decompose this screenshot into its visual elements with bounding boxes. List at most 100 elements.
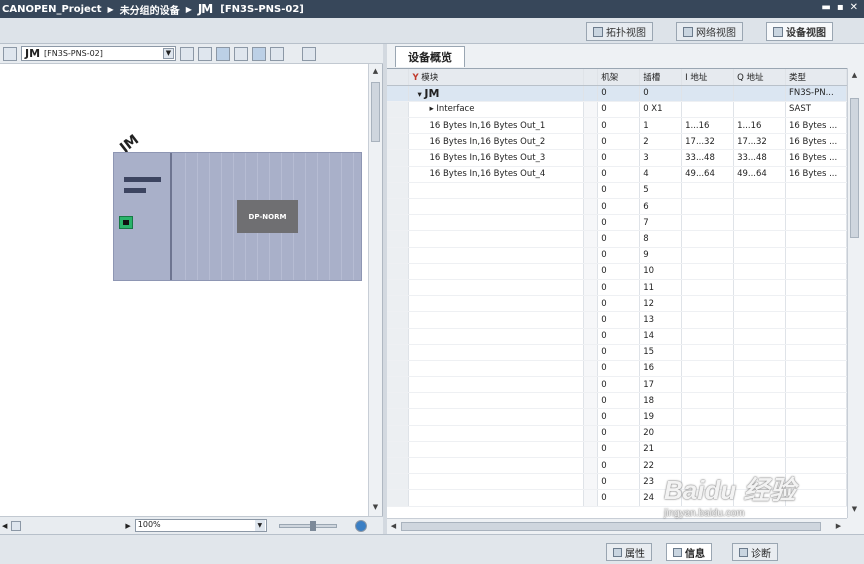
- cell-spacer[interactable]: [583, 489, 599, 507]
- save-view-icon[interactable]: [180, 46, 194, 61]
- cell-module[interactable]: 16 Bytes In,16 Bytes Out_3: [408, 149, 585, 167]
- cell-rack[interactable]: 0: [597, 376, 641, 394]
- table-row[interactable]: 0 10: [387, 263, 847, 280]
- cell-spacer[interactable]: [583, 295, 599, 313]
- cell-slot[interactable]: 0: [639, 85, 683, 102]
- cell-q-address[interactable]: [733, 376, 786, 394]
- cell-module[interactable]: [408, 376, 585, 394]
- cell-rack[interactable]: 0: [597, 182, 641, 200]
- cell-type[interactable]: [785, 344, 847, 361]
- cell-module[interactable]: [408, 457, 585, 475]
- row-gutter[interactable]: [387, 344, 410, 361]
- cell-spacer[interactable]: [583, 133, 599, 151]
- cell-module[interactable]: [408, 328, 585, 345]
- cell-rack[interactable]: 0: [597, 85, 641, 102]
- row-gutter[interactable]: [387, 247, 410, 264]
- slider-knob[interactable]: [309, 520, 316, 531]
- cell-type[interactable]: [785, 360, 847, 378]
- cell-spacer[interactable]: [583, 85, 599, 102]
- zoom-select[interactable]: 100% ▼: [134, 519, 267, 532]
- cell-rack[interactable]: 0: [597, 133, 641, 151]
- scroll-left-icon[interactable]: ◀: [388, 521, 399, 532]
- cell-rack[interactable]: 0: [597, 295, 641, 313]
- cell-type[interactable]: [785, 182, 847, 200]
- cell-i-address[interactable]: 33...48: [681, 149, 735, 167]
- cell-type[interactable]: [785, 376, 847, 394]
- cell-q-address[interactable]: [733, 311, 786, 329]
- header-type[interactable]: 类型: [785, 69, 847, 86]
- tab-device-overview[interactable]: 设备概览: [395, 46, 465, 67]
- row-gutter[interactable]: [387, 295, 410, 313]
- cell-slot[interactable]: 14: [639, 328, 683, 345]
- cell-type[interactable]: [785, 214, 847, 232]
- device-canvas[interactable]: JM DP-NORM: [0, 64, 368, 516]
- scrollbar-thumb[interactable]: [371, 82, 380, 142]
- cell-rack[interactable]: 0: [597, 247, 641, 264]
- cell-module[interactable]: [408, 441, 585, 459]
- cell-slot[interactable]: 12: [639, 295, 683, 313]
- cell-i-address[interactable]: [681, 328, 735, 345]
- cell-module[interactable]: 16 Bytes In,16 Bytes Out_2: [408, 133, 585, 151]
- cell-slot[interactable]: 16: [639, 360, 683, 378]
- close-icon[interactable]: ✕: [850, 2, 858, 13]
- cell-i-address[interactable]: [681, 198, 735, 216]
- cell-q-address[interactable]: [733, 230, 786, 248]
- cell-i-address[interactable]: [681, 214, 735, 232]
- cell-type[interactable]: FN3S-PN...: [785, 85, 847, 102]
- cell-spacer[interactable]: [583, 247, 599, 264]
- cell-type[interactable]: 16 Bytes ...: [785, 149, 847, 167]
- cell-type[interactable]: [785, 247, 847, 264]
- cell-module[interactable]: [408, 214, 585, 232]
- cell-spacer[interactable]: [583, 376, 599, 394]
- cell-spacer[interactable]: [583, 408, 599, 426]
- cell-rack[interactable]: 0: [597, 117, 641, 135]
- cell-slot[interactable]: 3: [639, 149, 683, 167]
- cell-rack[interactable]: 0: [597, 101, 641, 119]
- cell-q-address[interactable]: [733, 198, 786, 216]
- cell-slot[interactable]: 7: [639, 214, 683, 232]
- cell-q-address[interactable]: [733, 214, 786, 232]
- cell-type[interactable]: 16 Bytes ...: [785, 133, 847, 151]
- cell-i-address[interactable]: [681, 360, 735, 378]
- cell-rack[interactable]: 0: [597, 328, 641, 345]
- cell-q-address[interactable]: 17...32: [733, 133, 786, 151]
- table-row[interactable]: ▾ JM 0 0 FN3S-PN...: [387, 85, 847, 102]
- cell-spacer[interactable]: [583, 441, 599, 459]
- cell-q-address[interactable]: [733, 344, 786, 361]
- device-nav-icon[interactable]: [3, 46, 17, 61]
- table-row[interactable]: 0 18: [387, 392, 847, 410]
- cell-spacer[interactable]: [583, 360, 599, 378]
- table-row[interactable]: 0 19: [387, 408, 847, 426]
- cell-module[interactable]: 16 Bytes In,16 Bytes Out_1: [408, 117, 585, 135]
- cell-module[interactable]: [408, 247, 585, 264]
- row-gutter[interactable]: [387, 376, 410, 394]
- cell-slot[interactable]: 0 X1: [639, 101, 683, 119]
- cell-rack[interactable]: 0: [597, 198, 641, 216]
- cell-spacer[interactable]: [583, 214, 599, 232]
- cell-type[interactable]: [785, 408, 847, 426]
- table-row[interactable]: 0 15: [387, 344, 847, 361]
- cell-spacer[interactable]: [583, 117, 599, 135]
- cell-rack[interactable]: 0: [597, 214, 641, 232]
- row-gutter[interactable]: [387, 230, 410, 248]
- cell-q-address[interactable]: 1...16: [733, 117, 786, 135]
- cell-rack[interactable]: 0: [597, 149, 641, 167]
- row-gutter[interactable]: [387, 279, 410, 297]
- cell-rack[interactable]: 0: [597, 392, 641, 410]
- scroll-down-icon[interactable]: ▼: [370, 502, 381, 513]
- cell-module[interactable]: ▸ Interface: [408, 101, 585, 119]
- tab-network-view[interactable]: 网络视图: [676, 22, 743, 41]
- cell-type[interactable]: [785, 441, 847, 459]
- row-gutter[interactable]: [387, 85, 410, 102]
- dp-module[interactable]: DP-NORM: [237, 200, 298, 233]
- cell-q-address[interactable]: [733, 295, 786, 313]
- table-row[interactable]: 09: [387, 247, 847, 264]
- cell-module[interactable]: [408, 295, 585, 313]
- cell-module[interactable]: [408, 473, 585, 491]
- cell-module[interactable]: [408, 344, 585, 361]
- breadcrumb-group[interactable]: 未分组的设备: [120, 2, 180, 17]
- tab-diagnostics[interactable]: 诊断: [732, 543, 778, 561]
- table-row[interactable]: 0 13: [387, 311, 847, 329]
- minimize-icon[interactable]: ▬: [821, 2, 830, 13]
- cell-module[interactable]: [408, 489, 585, 507]
